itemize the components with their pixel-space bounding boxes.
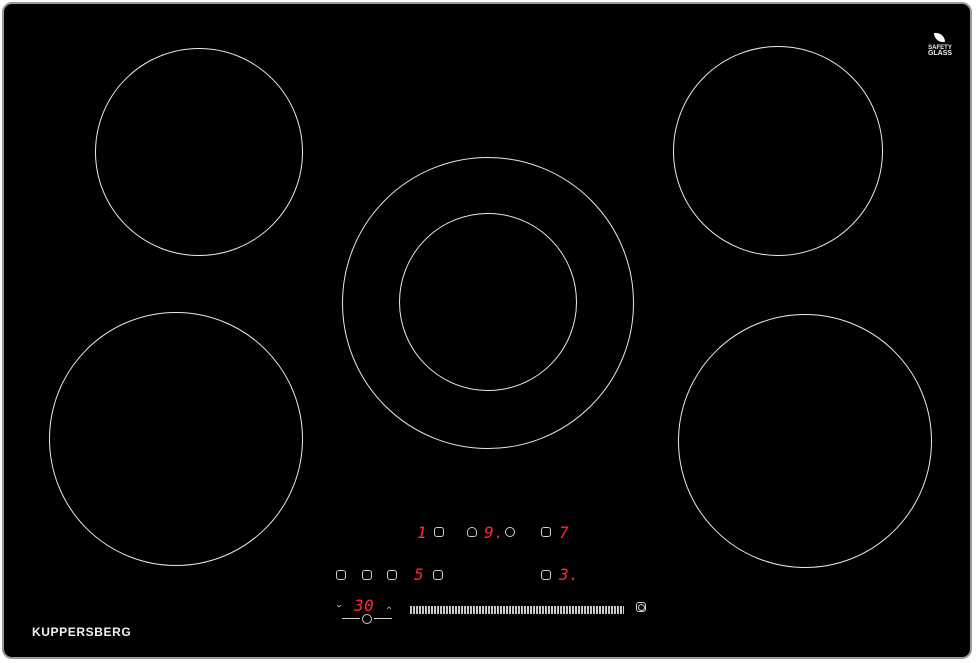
timer-down-button[interactable]: ‹ — [334, 604, 345, 607]
zone-center-inner — [399, 213, 577, 391]
zone-bottom-right — [678, 314, 932, 568]
timer-bracket-left — [342, 618, 360, 619]
power-slider[interactable] — [410, 606, 624, 614]
power-button[interactable] — [636, 602, 646, 612]
display-zone-center: 9. — [484, 523, 505, 542]
display-zone-bottom-left: 5 — [414, 565, 425, 584]
display-zone-top-right: 7 — [559, 523, 570, 542]
zone-select-top-left-button[interactable] — [434, 527, 444, 537]
keep-warm-button[interactable] — [362, 570, 372, 580]
timer-button[interactable] — [362, 614, 372, 624]
safety-glass-badge: SAFETY GLASS — [922, 33, 958, 63]
power-icon — [638, 604, 645, 611]
brand-logo: KUPPERSBERG — [32, 625, 132, 639]
zone-select-top-right-button[interactable] — [541, 527, 551, 537]
timer-display: 30 — [354, 596, 375, 615]
zone-select-center-button[interactable] — [467, 527, 477, 537]
zone-select-bottom-right-button[interactable] — [541, 570, 551, 580]
timer-bracket-right — [374, 618, 392, 619]
pause-button[interactable] — [387, 570, 397, 580]
zone-select-bottom-left-button[interactable] — [433, 570, 443, 580]
timer-up-button[interactable]: › — [384, 606, 395, 609]
dual-ring-button[interactable] — [505, 527, 515, 537]
cooktop-panel: SAFETY GLASS 1 9. 7 5 3. ‹ 30 › KUPPERSB… — [2, 2, 972, 659]
zone-bottom-left — [49, 312, 303, 566]
leaf-icon — [934, 33, 945, 42]
display-zone-bottom-right: 3. — [559, 565, 580, 584]
zone-top-left — [95, 48, 303, 256]
safety-badge-line2: GLASS — [927, 50, 953, 57]
display-zone-top-left: 1 — [417, 523, 428, 542]
lock-button[interactable] — [336, 570, 346, 580]
zone-top-right — [673, 46, 883, 256]
